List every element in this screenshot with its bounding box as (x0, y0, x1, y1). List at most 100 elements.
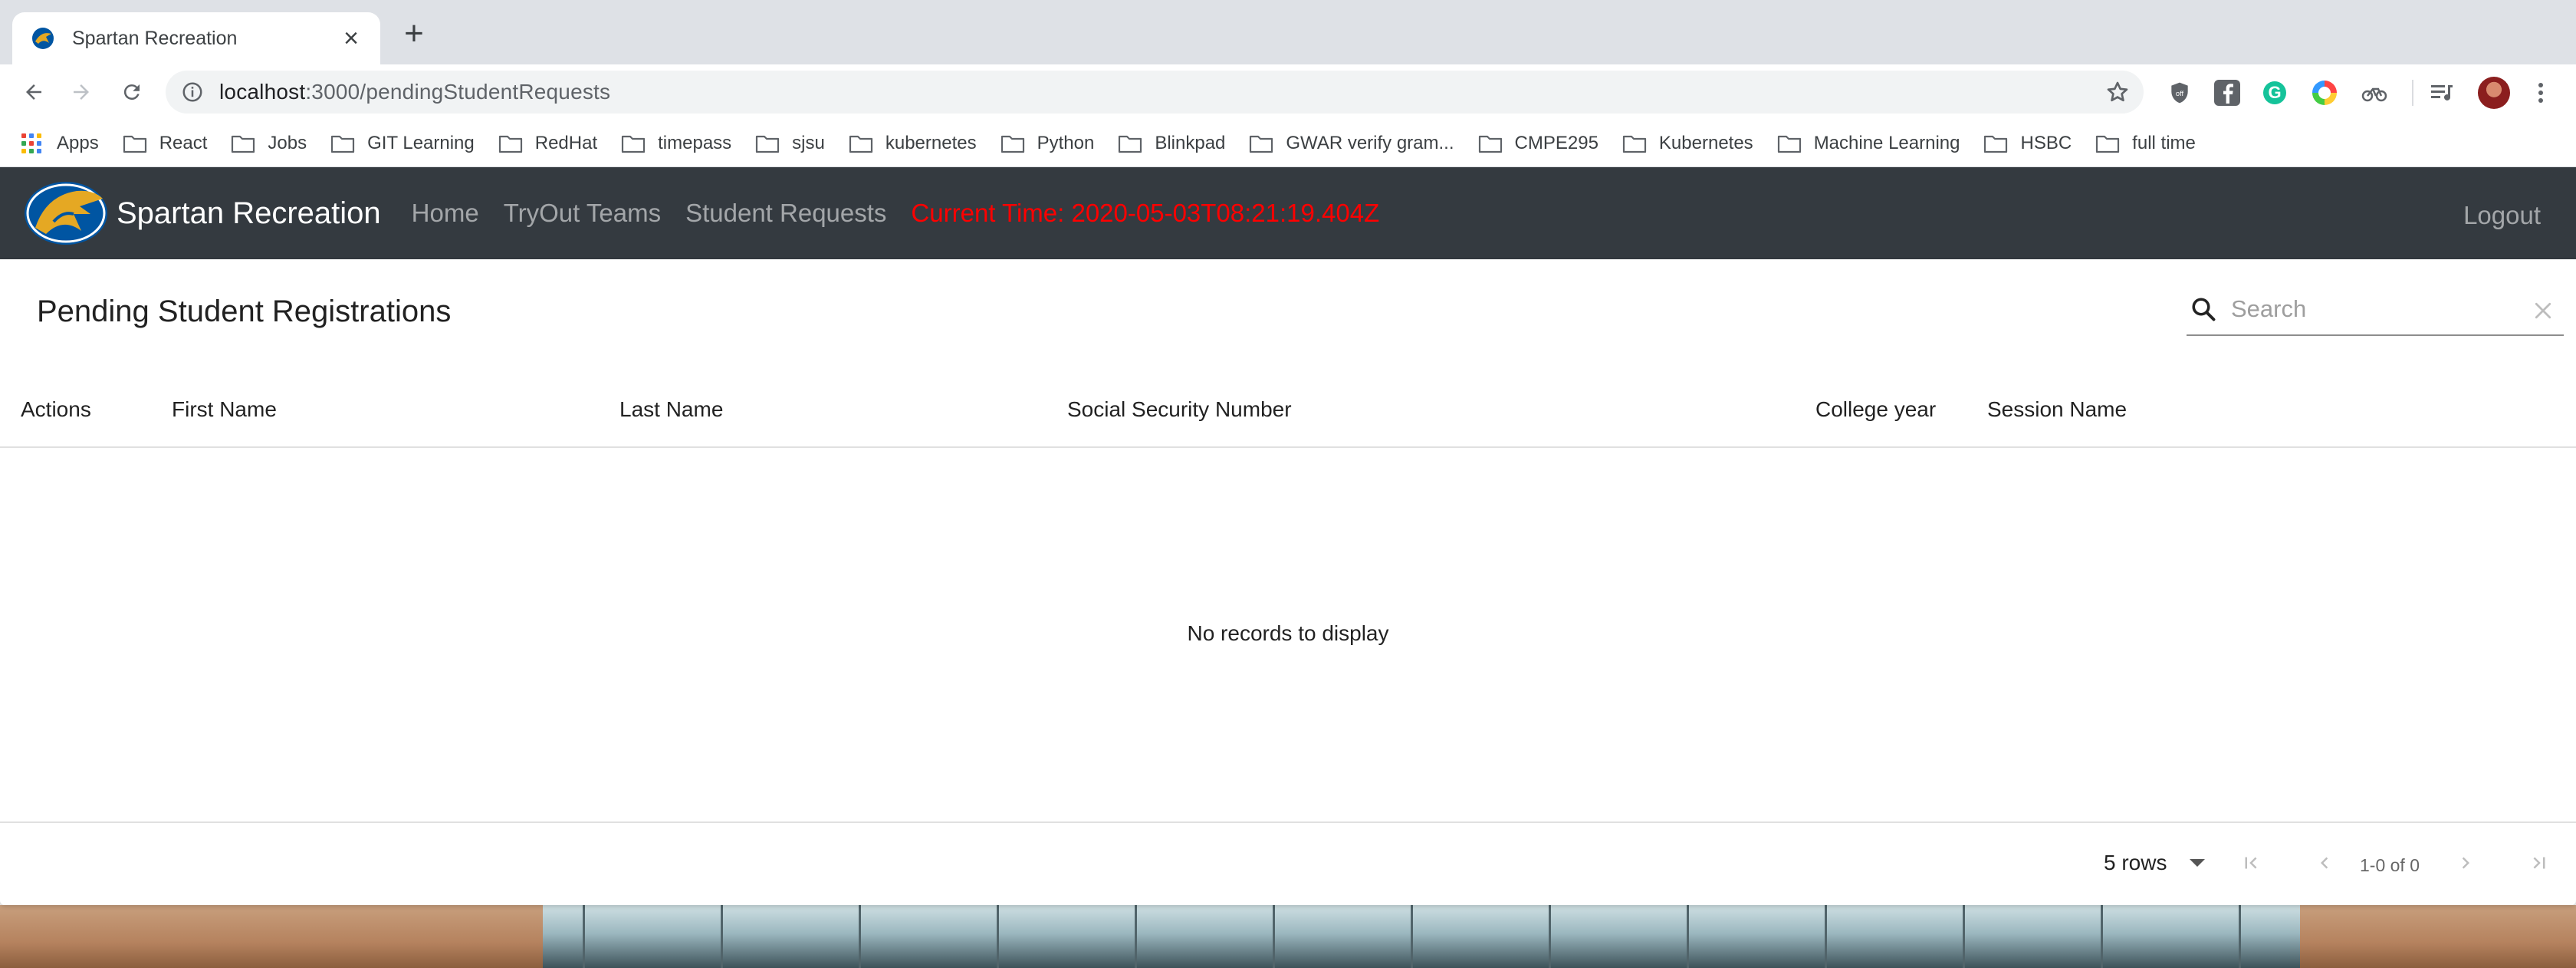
rows-per-page-select[interactable]: 5 rows (2104, 851, 2206, 875)
logout-link[interactable]: Logout (2463, 201, 2541, 230)
back-button[interactable] (17, 75, 51, 109)
bookmark-label: kubernetes (885, 132, 977, 153)
bookmark-folder[interactable]: Python (1001, 132, 1095, 154)
media-queue-icon[interactable] (2429, 80, 2455, 106)
table-pagination: 5 rows 1-0 of 0 (0, 821, 2576, 905)
bookmark-label: full time (2132, 132, 2196, 153)
bookmarks-bar: Apps React Jobs GIT Learning RedHat time… (0, 120, 2576, 167)
bookmark-folder[interactable]: sjsu (755, 133, 825, 154)
previous-page-button[interactable] (2309, 848, 2340, 878)
folder-icon (1622, 135, 1647, 153)
search-field[interactable] (2187, 284, 2564, 336)
next-page-button[interactable] (2450, 848, 2481, 878)
facade-mullion (997, 905, 999, 968)
last-page-button[interactable] (2524, 848, 2555, 878)
bookmark-folder[interactable]: Machine Learning (1777, 133, 1960, 154)
reload-button[interactable] (115, 75, 149, 109)
facade-mullion (2239, 905, 2241, 968)
building-glass-facade (543, 905, 2300, 968)
svg-text:off: off (2176, 90, 2184, 97)
bookmark-folder[interactable]: RedHat (498, 133, 597, 154)
column-header-first-name[interactable]: First Name (172, 397, 277, 422)
browser-tab[interactable]: Spartan Recreation × (12, 12, 380, 64)
facade-mullion (859, 905, 861, 968)
rows-per-page-value: 5 rows (2104, 851, 2167, 874)
bookmark-label: GIT Learning (367, 132, 475, 153)
bookmark-folder[interactable]: timepass (621, 133, 731, 154)
facade-mullion (721, 905, 723, 968)
app-navbar: Spartan Recreation Home TryOut Teams Stu… (0, 167, 2576, 259)
nav-link-tryout-teams[interactable]: TryOut Teams (504, 199, 661, 228)
bookmark-folder[interactable]: GIT Learning (330, 133, 475, 154)
first-page-button[interactable] (2236, 848, 2266, 878)
folder-icon (123, 135, 146, 153)
folder-icon (1250, 135, 1273, 153)
brand[interactable]: Spartan Recreation (23, 180, 381, 246)
forward-button[interactable] (64, 75, 98, 109)
bookmark-star-icon[interactable] (2105, 80, 2130, 104)
bookmark-label: Machine Learning (1813, 132, 1960, 153)
tab-close-icon[interactable]: × (337, 25, 365, 51)
url-path: :3000/pendingStudentRequests (305, 80, 611, 104)
table-title: Pending Student Registrations (37, 295, 452, 328)
bookmark-folder[interactable]: GWAR verify gram... (1249, 133, 1454, 154)
folder-icon (1984, 135, 2008, 153)
clear-search-icon[interactable] (2532, 299, 2555, 322)
folder-icon (1001, 135, 1024, 153)
search-input[interactable] (2231, 295, 2515, 323)
column-header-last-name[interactable]: Last Name (619, 397, 723, 422)
bookmark-label: Jobs (268, 132, 307, 153)
browser-tab-strip: Spartan Recreation × + (0, 0, 2576, 64)
bookmark-folder[interactable]: React (123, 133, 207, 154)
bookmark-folder[interactable]: full time (2095, 133, 2196, 154)
bookmark-label: Blinkpad (1155, 132, 1226, 153)
bookmark-folder[interactable]: kubernetes (849, 133, 977, 154)
url-text[interactable]: localhost:3000/pendingStudentRequests (219, 80, 610, 104)
background-building-photo (0, 905, 2576, 968)
bookmark-label: CMPE295 (1514, 132, 1598, 153)
bookmark-apps[interactable]: Apps (21, 133, 99, 154)
column-header-college-year[interactable]: College year (1815, 397, 1936, 422)
bookmark-label: sjsu (792, 132, 825, 153)
folder-icon (498, 135, 522, 153)
bicycle-extension-icon[interactable] (2361, 80, 2387, 106)
bookmark-folder[interactable]: HSBC (1983, 133, 2072, 154)
bookmark-label: RedHat (534, 132, 598, 153)
folder-icon (331, 135, 355, 153)
bookmark-label: Python (1037, 132, 1095, 153)
profile-avatar[interactable] (2478, 77, 2510, 109)
facade-mullion (1549, 905, 1551, 968)
bookmark-folder[interactable]: Blinkpad (1118, 133, 1225, 154)
shield-extension-icon[interactable]: off (2167, 80, 2193, 106)
column-header-session-name[interactable]: Session Name (1987, 397, 2127, 422)
folder-icon (756, 135, 780, 153)
facade-mullion (1825, 905, 1827, 968)
empty-table-message: No records to display (1187, 621, 1389, 645)
browser-toolbar: localhost:3000/pendingStudentRequests of… (0, 64, 2576, 120)
bookmark-folder[interactable]: Kubernetes (1622, 133, 1753, 154)
color-wheel-extension-icon[interactable] (2312, 81, 2337, 105)
facebook-extension-icon[interactable] (2214, 80, 2240, 106)
nav-link-home[interactable]: Home (412, 199, 479, 228)
pending-registrations-table: Pending Student Registrations Actions Fi… (0, 259, 2576, 905)
new-tab-plus-icon[interactable]: + (397, 17, 431, 51)
facade-mullion (1135, 905, 1137, 968)
folder-icon (622, 135, 646, 153)
bookmark-label: Kubernetes (1658, 132, 1753, 153)
chevron-right-icon (2462, 857, 2469, 869)
grammarly-extension-icon[interactable]: G (2263, 81, 2286, 104)
nav-link-student-requests[interactable]: Student Requests (685, 199, 886, 228)
spartan-logo-icon (25, 182, 107, 245)
current-time: Current Time: 2020-05-03T08:21:19.404Z (911, 199, 1380, 227)
url-host: localhost (219, 80, 306, 104)
folder-icon (1478, 135, 1502, 153)
bookmark-folder[interactable]: Jobs (231, 133, 307, 154)
first-page-icon (2245, 857, 2257, 869)
column-header-ssn[interactable]: Social Security Number (1067, 397, 1292, 422)
address-bar[interactable]: localhost:3000/pendingStudentRequests (166, 71, 2144, 114)
facade-mullion (2101, 905, 2103, 968)
site-info-icon[interactable] (181, 81, 204, 104)
bookmark-folder[interactable]: CMPE295 (1478, 133, 1598, 154)
bookmark-label: Apps (57, 132, 99, 153)
chrome-menu-icon[interactable] (2532, 80, 2550, 106)
